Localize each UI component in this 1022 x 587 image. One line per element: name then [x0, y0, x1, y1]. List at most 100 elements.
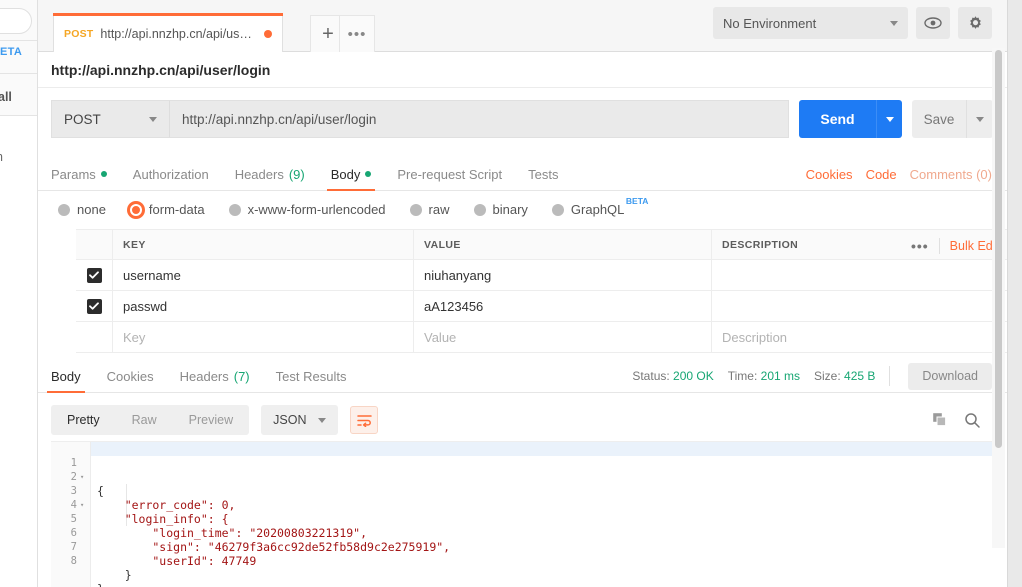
tab-label: Pre-request Script — [397, 167, 502, 182]
tab-body[interactable]: Body — [331, 158, 372, 191]
more-tabs-button[interactable]: ••• — [339, 15, 375, 52]
row-checkbox-cell[interactable] — [76, 291, 113, 321]
request-tab-active[interactable]: POST http://api.nnzhp.cn/api/user/l... — [53, 15, 283, 52]
comments-link[interactable]: Comments (0) — [910, 167, 992, 182]
sidebar-item-all[interactable]: all — [0, 90, 12, 104]
body-type-raw[interactable]: raw — [410, 202, 450, 217]
chevron-down-icon — [890, 21, 898, 26]
checkbox-checked-icon[interactable] — [87, 268, 102, 283]
response-tab-test-results[interactable]: Test Results — [276, 360, 347, 393]
body-type-x-www-form-urlencoded[interactable]: x-www-form-urlencoded — [229, 202, 386, 217]
body-type-graphql[interactable]: GraphQL BETA — [552, 202, 624, 217]
time-value: 201 ms — [761, 369, 800, 383]
response-tab-cookies[interactable]: Cookies — [107, 360, 154, 393]
chevron-down-icon — [976, 117, 984, 122]
code-line: 7 } — [51, 526, 993, 540]
radio-label: binary — [493, 202, 528, 217]
new-row-description-input[interactable]: Description — [712, 322, 1007, 352]
view-mode-preview[interactable]: Preview — [173, 405, 249, 435]
body-type-form-data[interactable]: form-data — [130, 202, 205, 217]
sidebar-divider — [0, 40, 38, 41]
save-options-button[interactable] — [966, 100, 993, 138]
postman-window: ETA all n POST http://api.nnzhp.cn/api/u… — [0, 0, 1022, 587]
tab-pre-request-script[interactable]: Pre-request Script — [397, 158, 502, 191]
tab-headers[interactable]: Headers (9) — [235, 158, 305, 191]
code-text: "userId": 47749 — [97, 554, 256, 568]
environment-quick-look-button[interactable] — [916, 7, 950, 39]
response-tab-body[interactable]: Body — [51, 360, 81, 393]
radio-selected-icon — [130, 204, 142, 216]
sidebar-item-partial[interactable]: n — [0, 150, 3, 164]
send-options-button[interactable] — [876, 100, 902, 138]
search-button[interactable] — [964, 412, 981, 429]
word-wrap-button[interactable] — [350, 406, 378, 434]
send-button[interactable]: Send — [799, 100, 876, 138]
row-checkbox-cell[interactable] — [76, 260, 113, 290]
time-label: Time: — [728, 369, 758, 383]
http-method-value: POST — [64, 112, 101, 127]
size-value: 425 B — [844, 369, 875, 383]
chevron-down-icon — [149, 117, 157, 122]
request-section-tabs: Params Authorization Headers (9) Body Pr… — [38, 158, 1007, 191]
row-key-input[interactable]: passwd — [113, 291, 414, 321]
view-mode-raw[interactable]: Raw — [116, 405, 173, 435]
radio-icon — [552, 204, 564, 216]
response-body-viewer[interactable]: 1 ▾ { 2 "error_code": 0, 3 ▾ "login_info… — [51, 441, 993, 587]
search-icon — [964, 412, 981, 429]
vertical-scrollbar-thumb[interactable] — [995, 50, 1002, 448]
save-button[interactable]: Save — [912, 100, 966, 138]
row-value-input[interactable]: niuhanyang — [414, 260, 712, 290]
table-row[interactable]: passwd aA123456 — [76, 291, 1007, 322]
chevron-down-icon — [318, 418, 326, 423]
body-type-none[interactable]: none — [58, 202, 106, 217]
new-row-key-input[interactable]: Key — [113, 322, 414, 352]
table-row-empty[interactable]: Key Value Description — [76, 322, 1007, 353]
row-value-input[interactable]: aA123456 — [414, 291, 712, 321]
header-checkbox-cell — [76, 230, 113, 259]
copy-button[interactable] — [932, 412, 948, 428]
download-button[interactable]: Download — [908, 363, 992, 390]
cookies-link[interactable]: Cookies — [806, 167, 853, 182]
url-input[interactable]: http://api.nnzhp.cn/api/user/login — [169, 100, 789, 138]
http-method-select[interactable]: POST — [51, 100, 169, 138]
environment-select-value: No Environment — [723, 16, 816, 31]
row-description-input[interactable] — [712, 260, 1007, 290]
sidebar-body — [0, 116, 38, 587]
body-type-binary[interactable]: binary — [474, 202, 528, 217]
word-wrap-icon — [357, 414, 372, 427]
view-mode-pretty[interactable]: Pretty — [51, 405, 116, 435]
tab-params[interactable]: Params — [51, 158, 107, 191]
view-mode-group: Pretty Raw Preview — [51, 405, 249, 435]
tab-tests[interactable]: Tests — [528, 158, 558, 191]
response-tab-headers[interactable]: Headers (7) — [180, 360, 250, 393]
environment-select[interactable]: No Environment — [713, 7, 908, 39]
code-line: 3 ▾ "login_info": { — [51, 470, 993, 484]
new-row-value-input[interactable]: Value — [414, 322, 712, 352]
status-value: 200 OK — [673, 369, 714, 383]
copy-icon — [932, 412, 948, 428]
response-format-select[interactable]: JSON — [261, 405, 338, 435]
row-description-input[interactable] — [712, 291, 1007, 321]
response-meta: Status: 200 OK Time: 201 ms Size: 425 B … — [632, 363, 992, 390]
table-more-button[interactable]: ••• — [911, 238, 940, 254]
response-viewer-toolbar: Pretty Raw Preview JSON — [51, 403, 993, 437]
checkbox-checked-icon[interactable] — [87, 299, 102, 314]
tab-label: Authorization — [133, 167, 209, 182]
code-link[interactable]: Code — [866, 167, 897, 182]
radio-label: raw — [429, 202, 450, 217]
header-value: VALUE — [414, 230, 712, 259]
table-row[interactable]: username niuhanyang — [76, 260, 1007, 291]
tab-authorization[interactable]: Authorization — [133, 158, 209, 191]
settings-button[interactable] — [958, 7, 992, 39]
code-line: 1 ▾ { — [51, 442, 993, 456]
environment-controls: No Environment — [713, 7, 992, 39]
radio-icon — [58, 204, 70, 216]
sidebar-divider — [0, 73, 38, 74]
size-badge: Size: 425 B — [814, 369, 875, 383]
row-key-input[interactable]: username — [113, 260, 414, 290]
tab-label: Headers — [180, 369, 229, 384]
sidebar-pill — [0, 8, 32, 34]
sidebar-stub: ETA all n — [0, 0, 38, 587]
save-button-group: Save — [912, 100, 993, 138]
gear-icon — [967, 15, 984, 32]
